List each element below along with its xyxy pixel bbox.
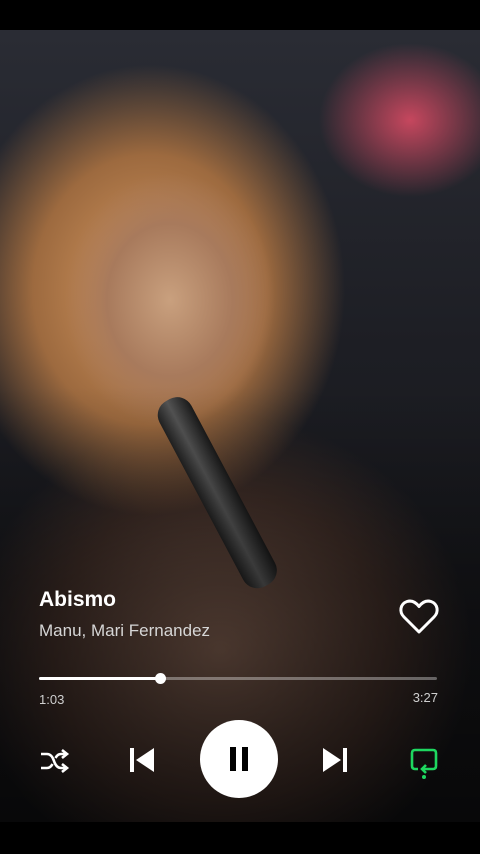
next-button[interactable]	[317, 742, 353, 778]
progress-fill	[39, 677, 160, 680]
pause-icon	[230, 747, 248, 771]
skip-previous-icon	[130, 748, 154, 772]
track-artists[interactable]: Manu, Mari Fernandez	[39, 621, 210, 641]
track-title[interactable]: Abismo	[39, 588, 210, 612]
repeat-button[interactable]	[406, 744, 442, 780]
progress-bar[interactable]	[39, 673, 437, 684]
total-time: 3:27	[412, 690, 438, 705]
video-canvas	[0, 30, 480, 822]
repeat-icon	[410, 748, 438, 779]
pause-button[interactable]	[200, 720, 278, 798]
bottom-system-bar	[0, 822, 480, 854]
shuffle-icon	[41, 748, 70, 774]
like-button[interactable]	[398, 596, 440, 636]
skip-next-icon	[323, 748, 347, 772]
now-playing-screen: Abismo Manu, Mari Fernandez 1:03 3:27	[0, 0, 480, 854]
progress-thumb[interactable]	[154, 673, 166, 684]
heart-outline-icon	[399, 599, 439, 634]
elapsed-time: 1:03	[39, 692, 65, 707]
video-scrim	[0, 30, 480, 822]
shuffle-button[interactable]	[36, 744, 72, 778]
track-info: Abismo Manu, Mari Fernandez	[39, 588, 210, 641]
previous-button[interactable]	[124, 742, 160, 778]
